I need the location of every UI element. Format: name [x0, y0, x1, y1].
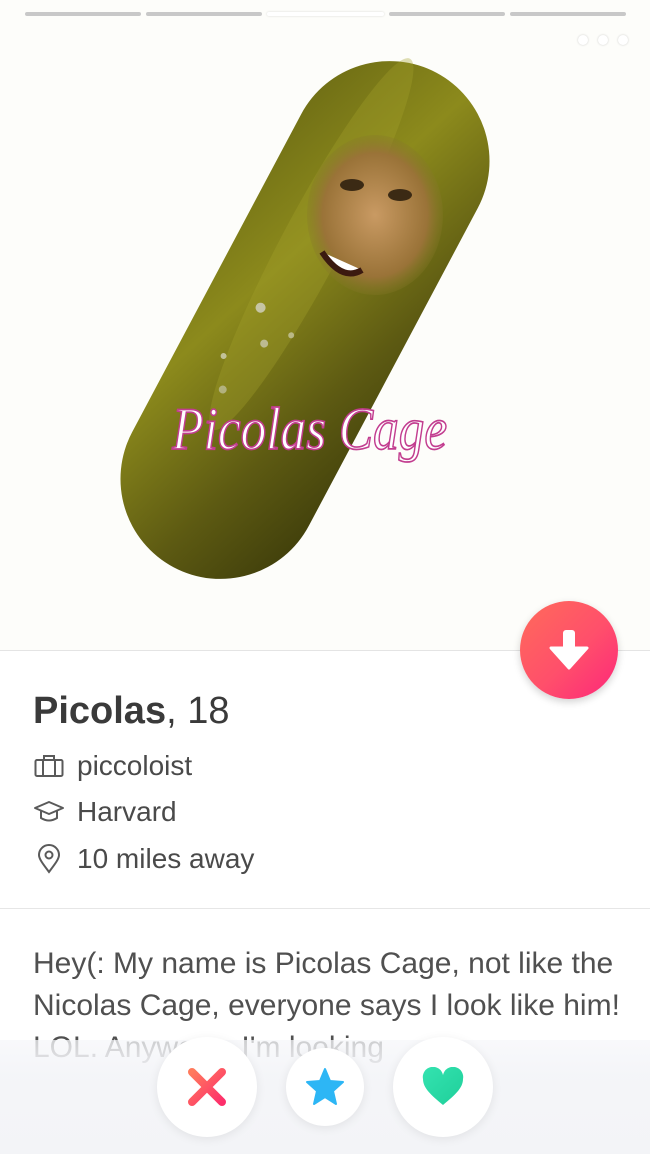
job-text: piccoloist: [77, 750, 193, 781]
profile-info: Picolas, 18 piccoloist Harvard 10 miles …: [0, 652, 650, 909]
ellipsis-icon[interactable]: [578, 30, 628, 50]
distance-row: 10 miles away: [33, 841, 254, 877]
nope-button[interactable]: [157, 1037, 257, 1137]
progress-segment[interactable]: [509, 12, 627, 16]
graduation-cap-icon: [33, 796, 65, 828]
pickle-photo: Picolas Cage: [120, 58, 490, 579]
heart-icon: [422, 1067, 464, 1105]
school-text: Harvard: [77, 796, 177, 827]
super-like-button[interactable]: [286, 1048, 364, 1126]
school-row: Harvard: [33, 794, 177, 830]
job-row: piccoloist: [33, 748, 192, 784]
x-icon: [188, 1068, 226, 1106]
profile-age: 18: [187, 690, 230, 732]
profile-name-age: Picolas, 18: [33, 690, 229, 733]
progress-segment[interactable]: [388, 12, 505, 16]
profile-photo[interactable]: Picolas Cage: [0, 0, 650, 651]
star-icon: [306, 1068, 344, 1105]
briefcase-icon: [33, 750, 65, 782]
like-button[interactable]: [393, 1037, 493, 1137]
progress-segment-active[interactable]: [267, 12, 384, 16]
profile-name: Picolas: [33, 690, 167, 732]
pickle-shape: [120, 58, 490, 579]
location-pin-icon: [33, 843, 65, 875]
photo-progress: [25, 12, 627, 18]
face-image: [307, 135, 443, 295]
name-separator: ,: [166, 690, 177, 732]
distance-text: 10 miles away: [77, 843, 255, 874]
progress-segment[interactable]: [146, 12, 263, 16]
photo-caption: Picolas Cage: [171, 396, 447, 463]
progress-segment[interactable]: [25, 12, 142, 16]
